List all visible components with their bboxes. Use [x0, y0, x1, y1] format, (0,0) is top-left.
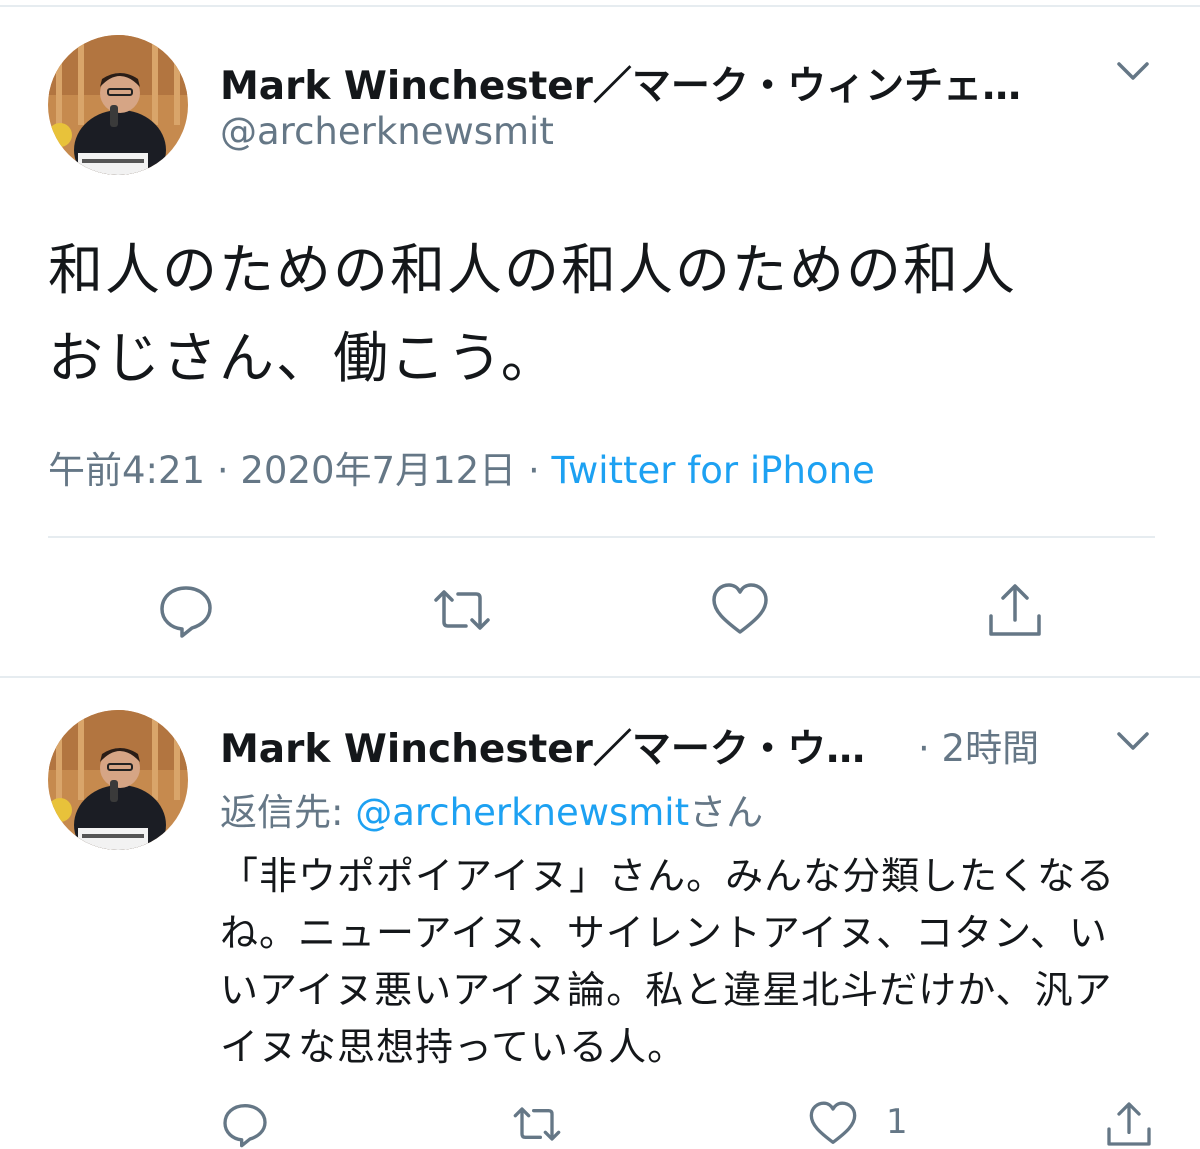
heart-icon[interactable]	[808, 1099, 858, 1149]
divider	[0, 676, 1200, 678]
separator: ·	[527, 449, 540, 492]
tweet-time: 午前4:21	[48, 449, 206, 492]
share-icon[interactable]	[983, 578, 1047, 642]
reply-text: 「非ウポポイアイヌ」さん。みんな分類したくなる ね。ニューアイヌ、サイレントアイ…	[220, 848, 1165, 1076]
share-icon[interactable]	[1104, 1099, 1154, 1149]
reply-icon[interactable]	[154, 578, 218, 642]
retweet-icon[interactable]	[430, 578, 494, 642]
tweet-text: 和人のための和人の和人のための和人 おじさん、働こう。	[48, 226, 1158, 402]
display-name[interactable]: Mark Winchester／マーク・ウ…	[220, 718, 880, 774]
reply-text-line: 「非ウポポイアイヌ」さん。みんな分類したくなる	[220, 854, 1116, 898]
avatar[interactable]	[48, 710, 188, 850]
like-count: 1	[886, 1102, 908, 1142]
tweet-text-line: 和人のための和人の和人のための和人	[48, 238, 1018, 302]
tweet-text-line: おじさん、働こう。	[48, 326, 558, 390]
reply-context: 返信先: @archerknewsmitさん	[220, 782, 763, 836]
separator: ·	[216, 449, 229, 492]
reply-text-line: イヌな思想持っている人。	[220, 1025, 687, 1069]
tweet-date: 2020年7月12日	[240, 449, 517, 492]
chevron-down-icon[interactable]	[1113, 726, 1153, 756]
retweet-icon[interactable]	[512, 1099, 562, 1149]
display-name[interactable]: Mark Winchester／マーク・ウィンチェ…	[220, 55, 1040, 111]
divider	[48, 536, 1155, 538]
tweet-time-ago[interactable]: · 2時間	[918, 718, 1039, 772]
user-handle[interactable]: @archerknewsmit	[220, 110, 554, 153]
avatar[interactable]	[48, 35, 188, 175]
tweet-meta: 午前4:21 · 2020年7月12日 · Twitter for iPhone	[48, 440, 875, 494]
tweet-source-link[interactable]: Twitter for iPhone	[551, 449, 874, 492]
reply-icon[interactable]	[220, 1099, 270, 1149]
reply-text-line: いアイヌ悪いアイヌ論。私と違星北斗だけか、汎ア	[220, 968, 1113, 1012]
chevron-down-icon[interactable]	[1113, 56, 1153, 86]
heart-icon[interactable]	[708, 578, 772, 642]
reply-label: 返信先:	[220, 791, 344, 834]
reply-mention-link[interactable]: @archerknewsmit	[355, 791, 689, 834]
reply-text-line: ね。ニューアイヌ、サイレントアイヌ、コタン、い	[220, 911, 1108, 955]
top-divider	[0, 0, 1200, 7]
reply-suffix: さん	[689, 791, 764, 834]
